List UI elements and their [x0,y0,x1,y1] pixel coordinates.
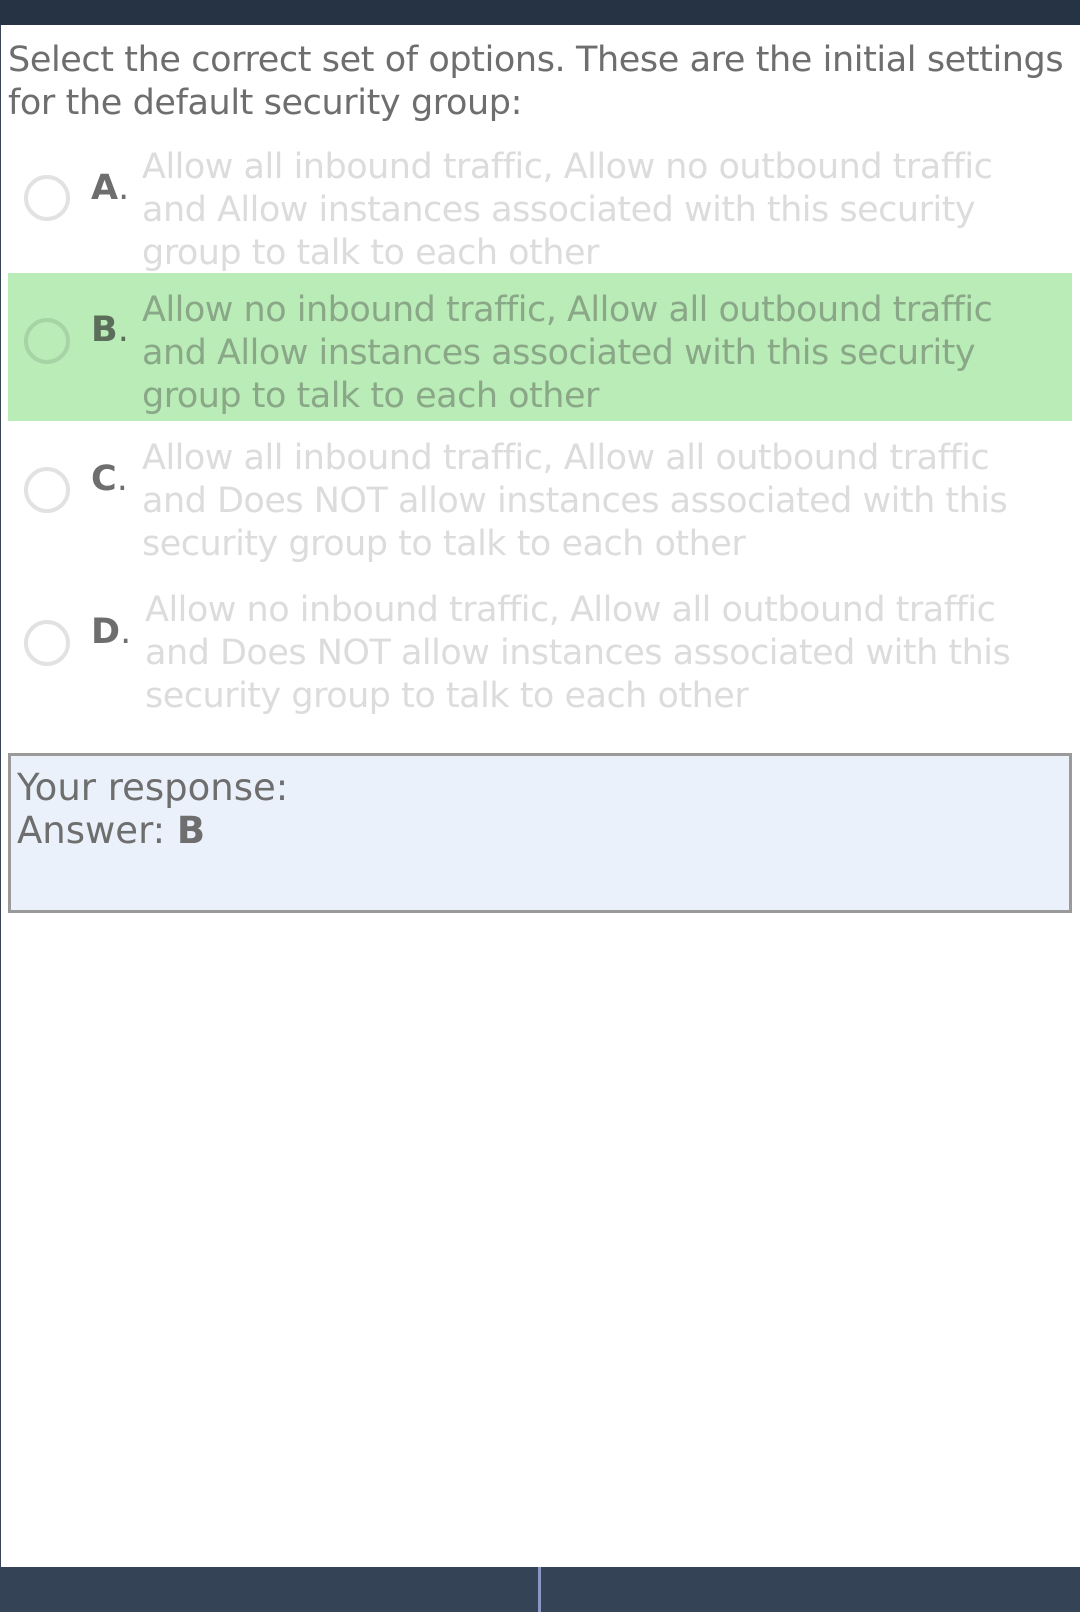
option-letter-dot: . [117,310,129,350]
response-box: Your response: Answer: B [8,753,1072,913]
bottom-bar-divider [538,1567,541,1612]
radio-button-icon[interactable] [24,620,70,666]
question-panel: Select the correct set of options. These… [8,25,1072,913]
option-letter-text: C [91,459,117,499]
option-letter: A. [91,167,129,210]
top-bar [0,0,1080,25]
option-c[interactable]: C. Allow all inbound traffic, Allow all o… [8,421,1072,569]
option-letter-text: A [91,168,119,208]
option-d[interactable]: D. Allow no inbound traffic, Allow all ou… [8,574,1072,722]
option-text: Allow no inbound traffic, Allow all outb… [145,590,1011,716]
option-letter: D. [91,611,131,654]
option-b[interactable]: B. Allow no inbound traffic, Allow all ou… [8,273,1072,421]
option-a[interactable]: A. Allow all inbound traffic, Allow no ou… [8,139,1072,277]
option-letter-text: D [91,612,121,652]
option-letter-dot: . [116,459,128,499]
option-letter-dot: . [118,168,130,208]
bottom-nav-bar [0,1567,1080,1612]
radio-button-icon[interactable] [24,467,70,513]
response-label: Your response: [17,766,289,809]
question-text: Select the correct set of options. These… [8,40,1064,123]
option-letter-dot: . [120,612,132,652]
option-text: Allow no inbound traffic, Allow all outb… [142,290,993,416]
option-letter: B. [91,309,129,352]
left-edge-divider [0,25,1,1567]
answer-line: Answer: B [17,809,1063,852]
option-text: Allow all inbound traffic, Allow no outb… [142,147,993,273]
answer-value: B [176,809,206,852]
option-text: Allow all inbound traffic, Allow all out… [142,438,1008,564]
option-letter-text: B [91,310,118,350]
answer-label: Answer: [17,809,166,852]
radio-button-icon[interactable] [24,175,70,221]
radio-button-icon[interactable] [24,318,70,364]
option-letter: C. [91,458,128,501]
